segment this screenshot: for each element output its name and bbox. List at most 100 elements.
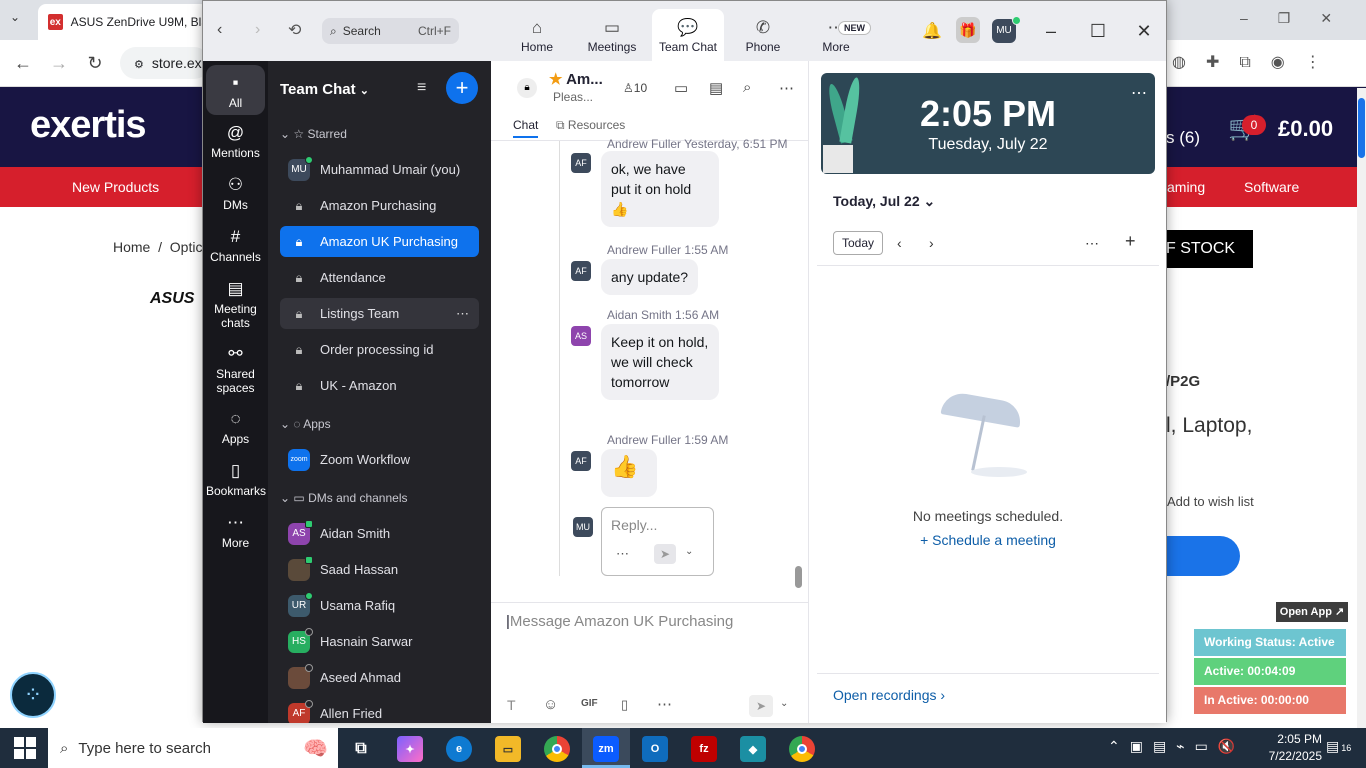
edge-icon[interactable]: e xyxy=(446,736,472,762)
reply-input[interactable]: Reply... xyxy=(611,517,657,533)
previous-day-icon[interactable]: ‹ xyxy=(897,235,902,251)
open-recordings-link[interactable]: Open recordings › xyxy=(833,687,945,703)
taskbar-clock[interactable]: 2:05 PM 7/22/2025 xyxy=(1262,731,1322,765)
breadcrumb[interactable]: Home / Optica xyxy=(113,239,210,255)
message-bubble[interactable]: ok, we have put it on hold 👍 xyxy=(601,151,719,227)
tab-resources[interactable]: ⧉ Resources xyxy=(556,118,625,133)
chevron-down-icon[interactable]: ⌄ xyxy=(780,698,788,709)
forward-icon[interactable]: → xyxy=(44,40,74,87)
rail-dms[interactable]: ⚇ DMs xyxy=(206,175,265,212)
address-bar[interactable]: ⚙ store.ex xyxy=(120,47,210,79)
back-icon[interactable]: ‹ xyxy=(217,21,222,39)
tab-chat[interactable]: Chat xyxy=(513,118,539,138)
more-options-icon[interactable]: ⋯ xyxy=(1085,235,1099,252)
message-input[interactable]: |Message Amazon UK Purchasing xyxy=(506,613,733,630)
tab-home[interactable]: ⌂ Home xyxy=(501,9,573,61)
more-options-icon[interactable]: ⋯ xyxy=(657,695,672,713)
task-view-icon[interactable]: ⧉ xyxy=(348,736,374,762)
day-selector[interactable]: Today, Jul 22 ⌄ xyxy=(833,193,935,210)
windows-start-icon[interactable] xyxy=(14,737,36,759)
list-item[interactable]: MU Muhammad Umair (you) xyxy=(280,154,479,185)
message-bubble[interactable]: 👍 xyxy=(601,449,657,497)
rail-bookmarks[interactable]: ▯ Bookmarks xyxy=(206,461,266,498)
message-bubble[interactable]: any update? xyxy=(601,259,699,295)
section-dms[interactable]: ⌄ ▭ DMs and channels xyxy=(280,491,407,505)
back-icon[interactable]: ← xyxy=(8,40,38,87)
reload-icon[interactable]: ↻ xyxy=(80,40,110,87)
file-explorer-icon[interactable]: ▭ xyxy=(495,736,521,762)
page-scrollbar[interactable] xyxy=(1357,88,1366,728)
member-count[interactable]: ♙10 xyxy=(623,81,647,95)
channel-title[interactable]: ★ Am... xyxy=(549,70,603,88)
text-format-icon[interactable]: T xyxy=(507,697,516,713)
list-item[interactable]: 🔒︎ Order processing id xyxy=(280,334,479,365)
next-day-icon[interactable]: › xyxy=(929,235,934,251)
calendar-icon[interactable]: ▤ xyxy=(709,79,723,97)
browser-tab[interactable]: ex ASUS ZenDrive U9M, Bla xyxy=(38,4,208,40)
add-event-icon[interactable]: + xyxy=(1125,231,1136,252)
avatar[interactable]: AF xyxy=(571,261,591,281)
list-item[interactable]: Saad Hassan xyxy=(280,554,479,585)
list-item[interactable]: 🔒︎ Listings Team ⋯ xyxy=(280,298,479,329)
minimize-icon[interactable]: – xyxy=(1035,15,1067,47)
app-icon[interactable]: ◆ xyxy=(740,736,766,762)
notifications-icon[interactable]: 🔔 xyxy=(922,21,942,41)
conversation-scrollbar[interactable] xyxy=(795,141,804,601)
accessibility-icon[interactable]: ⁘ xyxy=(10,672,56,718)
wishlist-link[interactable]: Add to wish list xyxy=(1167,494,1254,509)
message-bubble[interactable]: Keep it on hold, we will check tomorrow xyxy=(601,324,719,400)
maximize-icon[interactable]: ☐ xyxy=(1082,15,1114,47)
notification-center-icon[interactable]: ▤ 16 xyxy=(1326,738,1351,755)
list-item[interactable]: HS Hasnain Sarwar xyxy=(280,626,479,657)
open-app-button[interactable]: Open App ↗ xyxy=(1276,602,1348,622)
more-options-icon[interactable]: ⋯ xyxy=(1131,83,1147,103)
avatar[interactable]: AF xyxy=(571,153,591,173)
rail-mentions[interactable]: @ Mentions xyxy=(206,123,265,160)
rail-more[interactable]: ⋯ More xyxy=(206,513,265,550)
browser-extension-icons[interactable]: ◍✚⧉◉⋮ xyxy=(1172,52,1341,72)
list-item[interactable]: 🔒︎ Amazon Purchasing xyxy=(280,190,479,221)
section-starred[interactable]: ⌄ ☆ Starred xyxy=(280,127,347,141)
rail-apps[interactable]: ◌ Apps xyxy=(206,409,265,446)
send-icon[interactable]: ➤ xyxy=(749,695,773,717)
forward-icon[interactable]: › xyxy=(255,21,260,39)
outlook-icon[interactable]: O xyxy=(642,736,668,762)
tab-search-icon[interactable]: ⌄ xyxy=(10,10,30,30)
more-options-icon[interactable]: ⋯ xyxy=(616,546,629,562)
more-options-icon[interactable]: ⋯ xyxy=(456,306,469,322)
search-icon[interactable]: ⌕ xyxy=(743,79,751,96)
reply-box[interactable]: Reply... ⋯ ➤ ⌄ xyxy=(601,507,714,576)
schedule-meeting-link[interactable]: + Schedule a meeting xyxy=(809,532,1167,548)
rail-shared-spaces[interactable]: ⚯ Shared spaces xyxy=(206,344,265,395)
gif-button[interactable]: GIF xyxy=(581,698,598,709)
list-item[interactable]: AF Allen Fried xyxy=(280,698,479,723)
send-icon[interactable]: ➤ xyxy=(654,544,676,564)
new-chat-button[interactable]: + xyxy=(446,72,478,104)
close-icon[interactable]: ✕ xyxy=(1128,15,1160,47)
nav-software[interactable]: Software xyxy=(1244,179,1299,195)
list-item[interactable]: zoom Zoom Workflow xyxy=(280,444,479,475)
taskbar-search[interactable]: ⌕ Type here to search 🧠 xyxy=(48,728,338,768)
list-item[interactable]: Aseed Ahmad xyxy=(280,662,479,693)
gift-icon[interactable]: 🎁 xyxy=(956,17,980,43)
tab-phone[interactable]: ✆ Phone xyxy=(727,9,799,61)
list-item[interactable]: 🔒︎ Attendance xyxy=(280,262,479,293)
rail-channels[interactable]: # Channels xyxy=(206,227,265,264)
today-button[interactable]: Today xyxy=(833,231,884,255)
browser-window-controls[interactable]: –❐✕ xyxy=(1240,10,1362,27)
chrome-icon[interactable] xyxy=(544,736,570,762)
nav-gaming[interactable]: aming xyxy=(1167,179,1205,195)
tab-team-chat[interactable]: 💬 Team Chat xyxy=(652,9,724,61)
add-to-cart-button[interactable] xyxy=(1166,536,1240,576)
list-item[interactable]: AS Aidan Smith xyxy=(280,518,479,549)
filter-icon[interactable]: ≡ xyxy=(417,79,426,97)
chrome-profile-icon[interactable] xyxy=(789,736,815,762)
avatar[interactable]: AS xyxy=(571,326,591,346)
filezilla-icon[interactable]: fz xyxy=(691,736,717,762)
system-tray-icons[interactable]: ⌃▣▤⌁▭🔇 xyxy=(1108,738,1245,755)
file-icon[interactable]: ▯ xyxy=(621,697,628,713)
list-item[interactable]: 🔒︎ UK - Amazon xyxy=(280,370,479,401)
list-item[interactable]: 🔒︎ Amazon UK Purchasing xyxy=(280,226,479,257)
rail-all[interactable]: ▪ All xyxy=(206,65,265,115)
list-title[interactable]: Team Chat ⌄ xyxy=(280,81,369,98)
